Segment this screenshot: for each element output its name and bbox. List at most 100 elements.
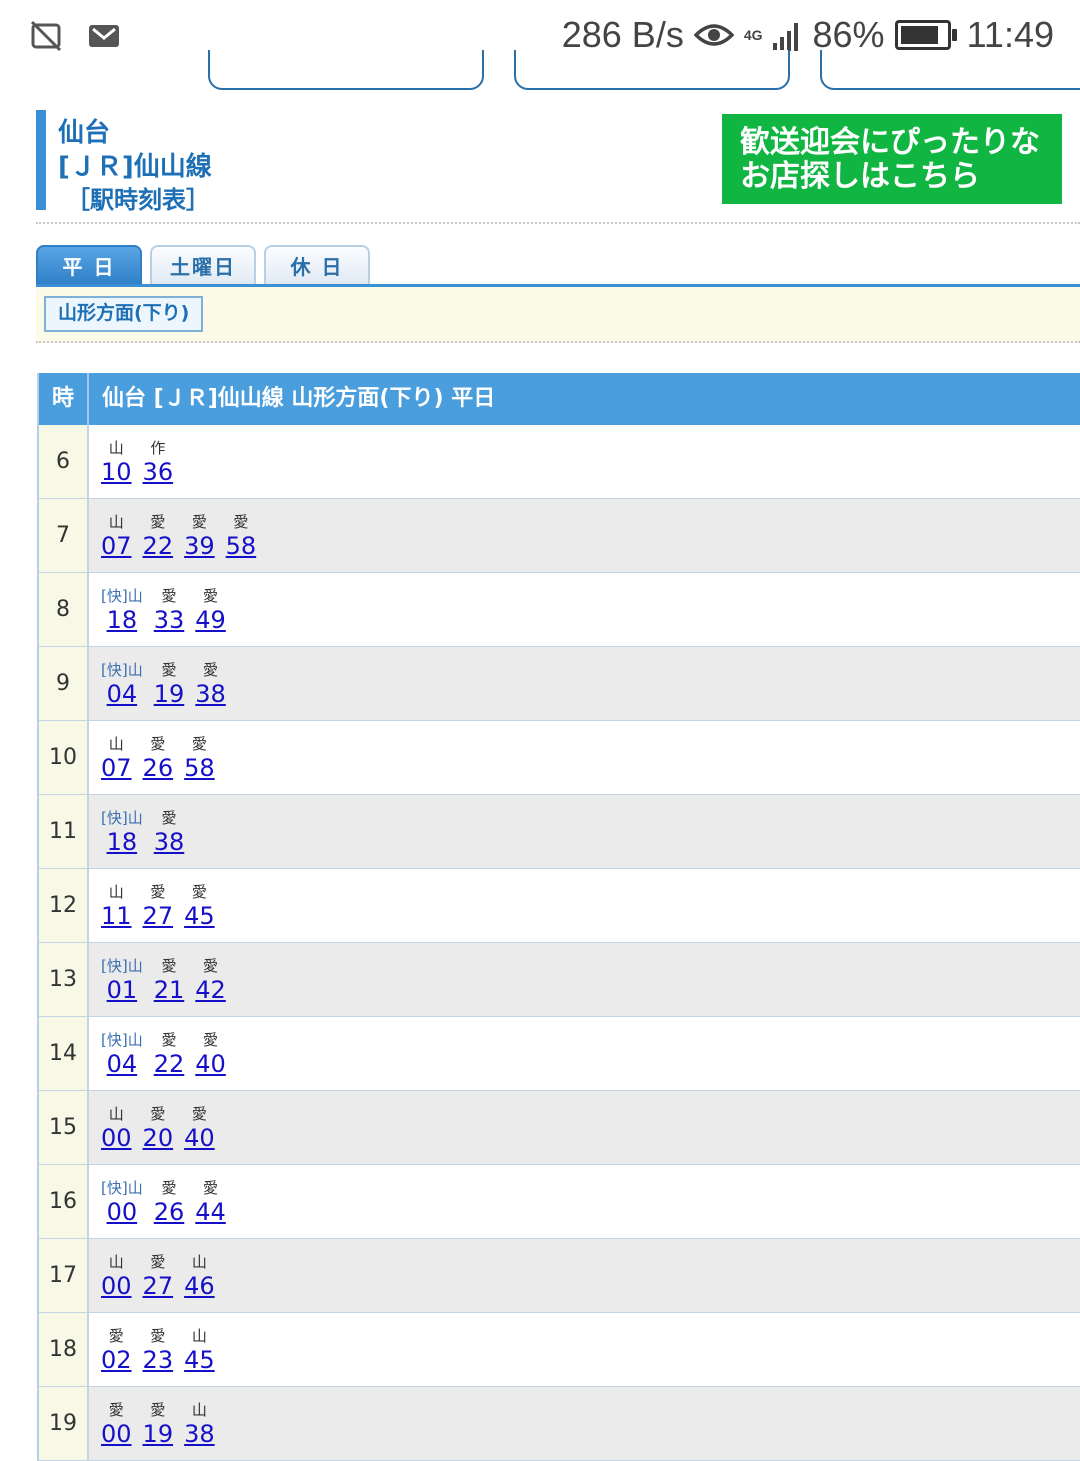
departure-minute[interactable]: 45 — [184, 903, 215, 929]
departure-link[interactable]: 山 11 — [101, 883, 132, 942]
departure-link[interactable]: 愛 22 — [143, 513, 174, 572]
departure-link[interactable]: 愛 19 — [143, 1401, 174, 1460]
table-row: 8 [快]山 18 愛 33 愛 49 — [39, 573, 1080, 647]
departure-link[interactable]: 愛 22 — [154, 1031, 185, 1090]
departure-link[interactable]: [快]山 04 — [101, 661, 143, 720]
departure-minute[interactable]: 01 — [101, 977, 143, 1003]
departure-minute[interactable]: 10 — [101, 459, 132, 485]
departure-link[interactable]: [快]山 18 — [101, 587, 143, 646]
departure-link[interactable]: [快]山 18 — [101, 809, 143, 868]
departure-link[interactable]: 愛 21 — [154, 957, 185, 1016]
departure-link[interactable]: 愛 33 — [154, 587, 185, 646]
departures: [快]山 01 愛 21 愛 42 — [89, 943, 237, 1016]
departure-minute[interactable]: 38 — [154, 829, 185, 855]
departure-link[interactable]: 愛 58 — [184, 735, 215, 794]
departure-minute[interactable]: 19 — [154, 681, 185, 707]
departure-link[interactable]: 愛 00 — [101, 1401, 132, 1460]
departure-minute[interactable]: 04 — [101, 681, 143, 707]
departure-minute[interactable]: 27 — [143, 903, 174, 929]
departure-minute[interactable]: 40 — [195, 1051, 226, 1077]
departure-minute[interactable]: 49 — [195, 607, 226, 633]
departure-link[interactable]: 愛 58 — [226, 513, 257, 572]
departure-minute[interactable]: 21 — [154, 977, 185, 1003]
departure-link[interactable]: 山 00 — [101, 1105, 132, 1164]
departure-link[interactable]: 愛 38 — [195, 661, 226, 720]
departure-link[interactable]: 愛 38 — [154, 809, 185, 868]
departure-link[interactable]: 愛 27 — [143, 883, 174, 942]
departure-minute[interactable]: 38 — [184, 1421, 215, 1447]
departure-link[interactable]: [快]山 01 — [101, 957, 143, 1016]
departure-link[interactable]: 愛 23 — [143, 1327, 174, 1386]
destination-tag: 作 — [150, 439, 166, 457]
departure-minute[interactable]: 00 — [101, 1125, 132, 1151]
info-nav-button[interactable] — [820, 50, 1080, 90]
destination-tag: 愛 — [161, 587, 177, 605]
departure-minute[interactable]: 20 — [143, 1125, 174, 1151]
departure-minute[interactable]: 27 — [143, 1273, 174, 1299]
departure-minute[interactable]: 18 — [101, 607, 143, 633]
departure-link[interactable]: 愛 26 — [143, 735, 174, 794]
departure-link[interactable]: 山 07 — [101, 513, 132, 572]
destination-tag: 山 — [108, 513, 124, 531]
direction-button[interactable]: 山形方面(下り) — [44, 296, 204, 332]
departure-minute[interactable]: 46 — [184, 1273, 215, 1299]
departure-minute[interactable]: 02 — [101, 1347, 132, 1373]
departure-minute[interactable]: 36 — [143, 459, 174, 485]
departure-minute[interactable]: 40 — [184, 1125, 215, 1151]
network-type: 4G — [743, 27, 763, 43]
departure-minute[interactable]: 58 — [184, 755, 215, 781]
departure-minute[interactable]: 44 — [195, 1199, 226, 1225]
departure-minute[interactable]: 22 — [154, 1051, 185, 1077]
departure-minute[interactable]: 11 — [101, 903, 132, 929]
route-map-nav-button[interactable] — [514, 50, 790, 90]
departure-minute[interactable]: 00 — [101, 1421, 132, 1447]
tab-holiday[interactable]: 休 日 — [264, 245, 370, 285]
departure-link[interactable]: 愛 44 — [195, 1179, 226, 1238]
departure-link[interactable]: 愛 39 — [184, 513, 215, 572]
ad-banner[interactable]: 歓送迎会にぴったりな お店探しはこちら — [722, 114, 1062, 204]
departure-minute[interactable]: 26 — [154, 1199, 185, 1225]
departure-link[interactable]: 愛 42 — [195, 957, 226, 1016]
departure-minute[interactable]: 33 — [154, 607, 185, 633]
destination-tag: 愛 — [150, 883, 166, 901]
departure-link[interactable]: 愛 45 — [184, 883, 215, 942]
departure-link[interactable]: 愛 20 — [143, 1105, 174, 1164]
departure-link[interactable]: 山 00 — [101, 1253, 132, 1312]
departure-link[interactable]: 山 07 — [101, 735, 132, 794]
departure-minute[interactable]: 38 — [195, 681, 226, 707]
departure-link[interactable]: 山 10 — [101, 439, 132, 498]
departure-link[interactable]: 愛 49 — [195, 587, 226, 646]
departure-minute[interactable]: 07 — [101, 533, 132, 559]
tab-weekday[interactable]: 平 日 — [36, 245, 142, 285]
departure-minute[interactable]: 19 — [143, 1421, 174, 1447]
departure-link[interactable]: 山 45 — [184, 1327, 215, 1386]
departure-minute[interactable]: 39 — [184, 533, 215, 559]
departure-minute[interactable]: 04 — [101, 1051, 143, 1077]
departure-minute[interactable]: 00 — [101, 1199, 143, 1225]
departure-link[interactable]: [快]山 04 — [101, 1031, 143, 1090]
departure-minute[interactable]: 45 — [184, 1347, 215, 1373]
destination-tag: 山 — [191, 1327, 207, 1345]
departure-minute[interactable]: 42 — [195, 977, 226, 1003]
departure-link[interactable]: 山 38 — [184, 1401, 215, 1460]
departure-link[interactable]: 愛 02 — [101, 1327, 132, 1386]
departure-link[interactable]: 愛 40 — [184, 1105, 215, 1164]
table-row: 18 愛 02 愛 23 山 45 — [39, 1313, 1080, 1387]
destination-tag: [快]山 — [101, 587, 143, 605]
departure-minute[interactable]: 00 — [101, 1273, 132, 1299]
departure-link[interactable]: 愛 19 — [154, 661, 185, 720]
timetable-nav-button[interactable] — [208, 50, 484, 90]
departure-minute[interactable]: 23 — [143, 1347, 174, 1373]
departure-minute[interactable]: 18 — [101, 829, 143, 855]
departure-link[interactable]: 愛 26 — [154, 1179, 185, 1238]
departure-link[interactable]: 山 46 — [184, 1253, 215, 1312]
departure-link[interactable]: [快]山 00 — [101, 1179, 143, 1238]
departure-link[interactable]: 愛 40 — [195, 1031, 226, 1090]
departure-minute[interactable]: 07 — [101, 755, 132, 781]
departure-minute[interactable]: 22 — [143, 533, 174, 559]
departure-minute[interactable]: 26 — [143, 755, 174, 781]
departure-link[interactable]: 愛 27 — [143, 1253, 174, 1312]
departure-minute[interactable]: 58 — [226, 533, 257, 559]
departure-link[interactable]: 作 36 — [143, 439, 174, 498]
tab-saturday[interactable]: 土曜日 — [150, 245, 256, 285]
